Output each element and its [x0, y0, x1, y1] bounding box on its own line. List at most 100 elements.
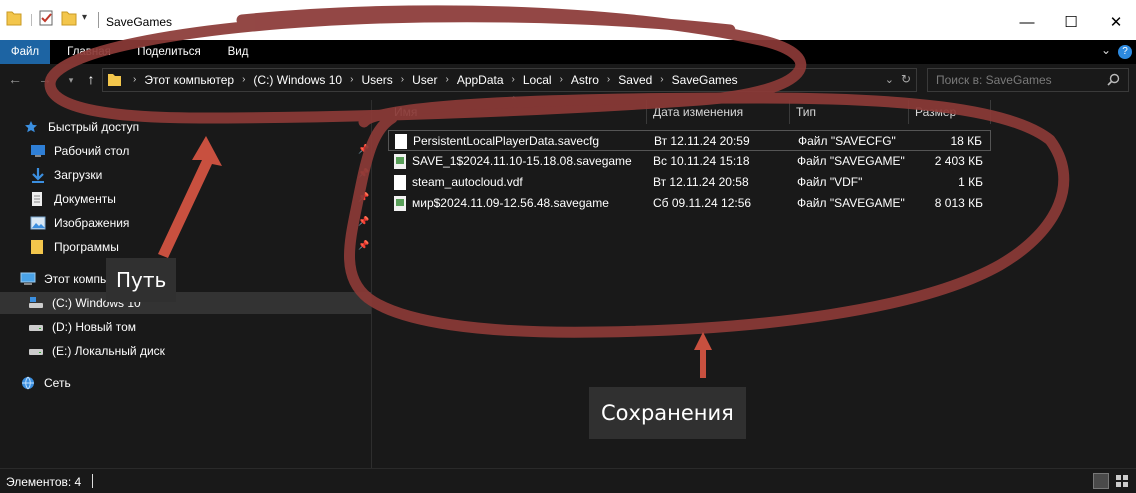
search-input[interactable]	[928, 69, 1098, 91]
close-button[interactable]: ✕	[1101, 10, 1131, 34]
details-view-icon[interactable]	[1093, 473, 1109, 489]
file-size: 8 013 КБ	[934, 196, 983, 210]
sidebar-item-label: Документы	[54, 192, 116, 206]
file-date: Вт 12.11.24 20:59	[654, 134, 750, 148]
file-date: Сб 09.11.24 12:56	[653, 196, 752, 210]
properties-icon[interactable]	[38, 9, 56, 29]
search-icon[interactable]	[1107, 73, 1120, 89]
address-bar[interactable]: › Этот компьютер › (C:) Windows 10 › Use…	[102, 68, 917, 92]
path-annotation-label: Путь	[106, 258, 177, 302]
folder-icon[interactable]	[6, 9, 24, 29]
sidebar-item-label: Рабочий стол	[54, 144, 130, 158]
column-header-size[interactable]: Размер	[909, 100, 991, 124]
sidebar-item-quick-access[interactable]: Быстрый доступ	[24, 116, 139, 138]
file-list: ⌃ Имя Дата изменения Тип Размер Persiste…	[373, 95, 1136, 468]
tab-home[interactable]: Главная	[57, 40, 121, 64]
sidebar-item-label: Изображения	[54, 216, 130, 230]
chevron-right-icon[interactable]: ›	[342, 69, 361, 91]
savegame-icon	[394, 154, 406, 169]
network-icon	[20, 375, 38, 391]
sidebar-item-label: Программы	[54, 240, 119, 254]
breadcrumb-item[interactable]: (C:) Windows 10	[253, 69, 342, 91]
breadcrumb-item[interactable]: Users	[361, 69, 392, 91]
back-arrow-icon[interactable]: ←	[6, 71, 24, 87]
column-header-type[interactable]: Тип	[790, 100, 909, 124]
folder-icon	[108, 73, 121, 90]
star-icon	[24, 119, 42, 135]
sidebar-item-downloads[interactable]: Загрузки	[30, 164, 102, 186]
file-date: Вс 10.11.24 15:18	[653, 154, 750, 168]
chevron-right-icon[interactable]: ›	[552, 69, 571, 91]
expand-ribbon-icon[interactable]: ⌄	[1101, 43, 1111, 57]
file-type: Файл "VDF"	[797, 175, 863, 189]
breadcrumb-item[interactable]: SaveGames	[672, 69, 738, 91]
file-date: Вт 12.11.24 20:58	[653, 175, 749, 189]
customize-toolbar-icon[interactable]: ▾	[82, 12, 87, 23]
table-row[interactable]: SAVE_1$2024.11.10-15.18.08.savegame Вс 1…	[388, 151, 991, 172]
table-row[interactable]: мир$2024.11.09-12.56.48.savegame Сб 09.1…	[388, 193, 991, 214]
breadcrumb-item[interactable]: Saved	[618, 69, 652, 91]
column-header-name[interactable]: Имя	[388, 100, 647, 124]
tiles-view-icon[interactable]	[1114, 473, 1130, 489]
breadcrumb-item[interactable]: Этот компьютер	[144, 69, 234, 91]
refresh-icon[interactable]: ↻	[901, 72, 911, 86]
ribbon-tabs: Файл Главная Поделиться Вид ⌄ ?	[0, 40, 1136, 64]
table-row[interactable]: steam_autocloud.vdf Вт 12.11.24 20:58 Фа…	[388, 172, 991, 193]
item-count: Элементов: 4	[6, 475, 82, 489]
recent-locations-icon[interactable]: ▾	[62, 75, 80, 86]
folder-icon	[30, 239, 48, 255]
sidebar-item-label: (E:) Локальный диск	[52, 344, 165, 358]
tab-share[interactable]: Поделиться	[132, 40, 206, 64]
status-bar: Элементов: 4	[0, 468, 1136, 493]
desktop-icon	[30, 143, 48, 159]
breadcrumb-item[interactable]: Local	[523, 69, 552, 91]
new-folder-icon[interactable]	[61, 9, 79, 29]
window-title: SaveGames	[106, 15, 173, 29]
chevron-right-icon[interactable]: ›	[234, 69, 253, 91]
sidebar-item-drive-d[interactable]: (D:) Новый том	[28, 316, 136, 338]
table-row[interactable]: PersistentLocalPlayerData.savecfg Вт 12.…	[388, 130, 991, 151]
sidebar-item-drive-c[interactable]: (C:) Windows 10	[0, 292, 371, 314]
sidebar-item-network[interactable]: Сеть	[20, 372, 71, 394]
title-bar: ▾ SaveGames — ☐ ✕	[0, 0, 1136, 44]
chevron-right-icon[interactable]: ›	[504, 69, 523, 91]
up-arrow-icon[interactable]: ↑	[82, 71, 100, 87]
sidebar-item-label: Быстрый доступ	[48, 120, 140, 134]
pin-icon[interactable]: 📌	[358, 144, 369, 155]
pin-icon[interactable]: 📌	[358, 216, 369, 227]
breadcrumb-item[interactable]: AppData	[457, 69, 504, 91]
minimize-button[interactable]: —	[1012, 10, 1042, 34]
pin-icon[interactable]: 📌	[358, 240, 369, 251]
sidebar-item-documents[interactable]: Документы	[30, 188, 116, 210]
sidebar-item-label: (D:) Новый том	[52, 320, 136, 334]
address-history-icon[interactable]: ⌄	[885, 73, 894, 86]
breadcrumb-item[interactable]: Astro	[571, 69, 599, 91]
file-name: SAVE_1$2024.11.10-15.18.08.savegame	[412, 154, 632, 168]
file-icon	[395, 134, 407, 149]
pin-icon[interactable]: 📌	[358, 168, 369, 179]
sidebar-item-programs[interactable]: Программы	[30, 236, 119, 258]
tab-file[interactable]: Файл	[0, 40, 50, 64]
file-name: steam_autocloud.vdf	[412, 175, 523, 189]
sidebar-item-drive-e[interactable]: (E:) Локальный диск	[28, 340, 165, 362]
pin-icon[interactable]: 📌	[358, 192, 369, 203]
breadcrumb: › Этот компьютер › (C:) Windows 10 › Use…	[125, 69, 738, 91]
sidebar-item-pictures[interactable]: Изображения	[30, 212, 129, 234]
maximize-button[interactable]: ☐	[1056, 10, 1086, 34]
forward-arrow-icon[interactable]: →	[36, 71, 54, 87]
column-header-date[interactable]: Дата изменения	[647, 100, 790, 124]
documents-icon	[30, 191, 48, 207]
help-icon[interactable]: ?	[1118, 45, 1132, 59]
breadcrumb-item[interactable]: User	[412, 69, 437, 91]
file-size: 2 403 КБ	[934, 154, 983, 168]
file-size: 18 КБ	[950, 134, 982, 148]
chevron-right-icon[interactable]: ›	[652, 69, 671, 91]
navigation-pane: Быстрый доступ Рабочий стол 📌 Загрузки 📌…	[0, 100, 372, 468]
downloads-icon	[30, 167, 48, 183]
file-type: Файл "SAVECFG"	[798, 134, 896, 148]
chevron-right-icon[interactable]: ›	[437, 69, 456, 91]
chevron-right-icon[interactable]: ›	[599, 69, 618, 91]
chevron-right-icon[interactable]: ›	[393, 69, 412, 91]
sidebar-item-desktop[interactable]: Рабочий стол	[30, 140, 129, 162]
tab-view[interactable]: Вид	[218, 40, 258, 64]
